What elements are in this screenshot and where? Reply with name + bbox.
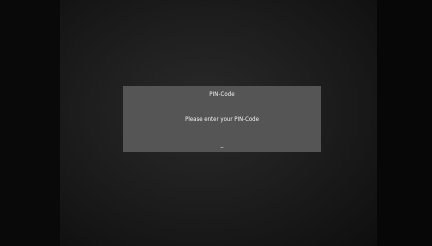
right-border bbox=[377, 0, 432, 246]
dialog-prompt: Please enter your PIN-Code bbox=[185, 116, 259, 123]
dialog-title: PIN-Code bbox=[209, 91, 235, 98]
tv-frame: PIN-Code Please enter your PIN-Code _ bbox=[0, 0, 432, 246]
pin-code-dialog: PIN-Code Please enter your PIN-Code _ bbox=[123, 86, 321, 152]
pin-code-input[interactable]: _ bbox=[123, 142, 321, 148]
left-border bbox=[0, 0, 60, 246]
